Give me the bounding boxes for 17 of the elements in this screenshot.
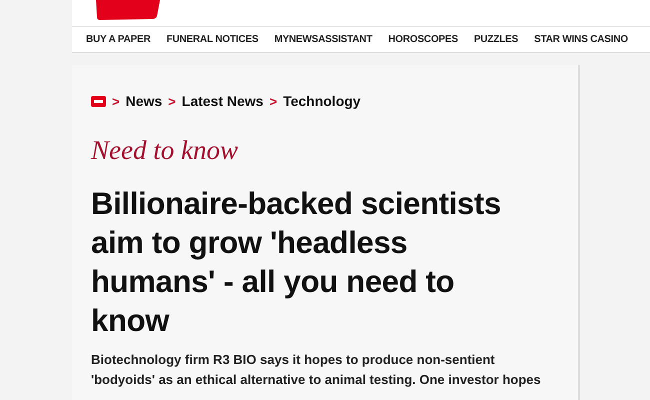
article-summary: Biotechnology firm R3 BIO says it hopes to produce non-sentient 'bodyoids' as an ethical alternative to animal testing. One investor hopes (91, 351, 541, 389)
article-kicker: Need to know (91, 135, 239, 166)
nav-link[interactable]: PUZZLES (466, 34, 526, 45)
chevron-icon: > (269, 94, 278, 108)
logo-icon[interactable] (91, 96, 106, 106)
nav-link[interactable]: STAR WINS CASINO (526, 34, 636, 45)
article-headline: Billionaire-backed scientists aim to grow 'headless humans' - all you need to know (91, 185, 502, 340)
nav-link[interactable]: MYNEWSASSISTANT (266, 34, 380, 45)
breadcrumb-link[interactable]: Latest News (182, 93, 264, 109)
nav-link[interactable]: BUY A PAPER (78, 34, 158, 45)
chevron-icon: > (112, 94, 120, 108)
nav-link[interactable]: FUNERAL NOTICES (158, 34, 266, 45)
breadcrumb-link[interactable]: Technology (283, 93, 361, 109)
breadcrumb-link[interactable]: News (126, 93, 162, 109)
chevron-icon: > (168, 94, 176, 108)
nav-link[interactable]: HOROSCOPES (380, 34, 466, 45)
logo-icon[interactable] (94, 0, 162, 20)
